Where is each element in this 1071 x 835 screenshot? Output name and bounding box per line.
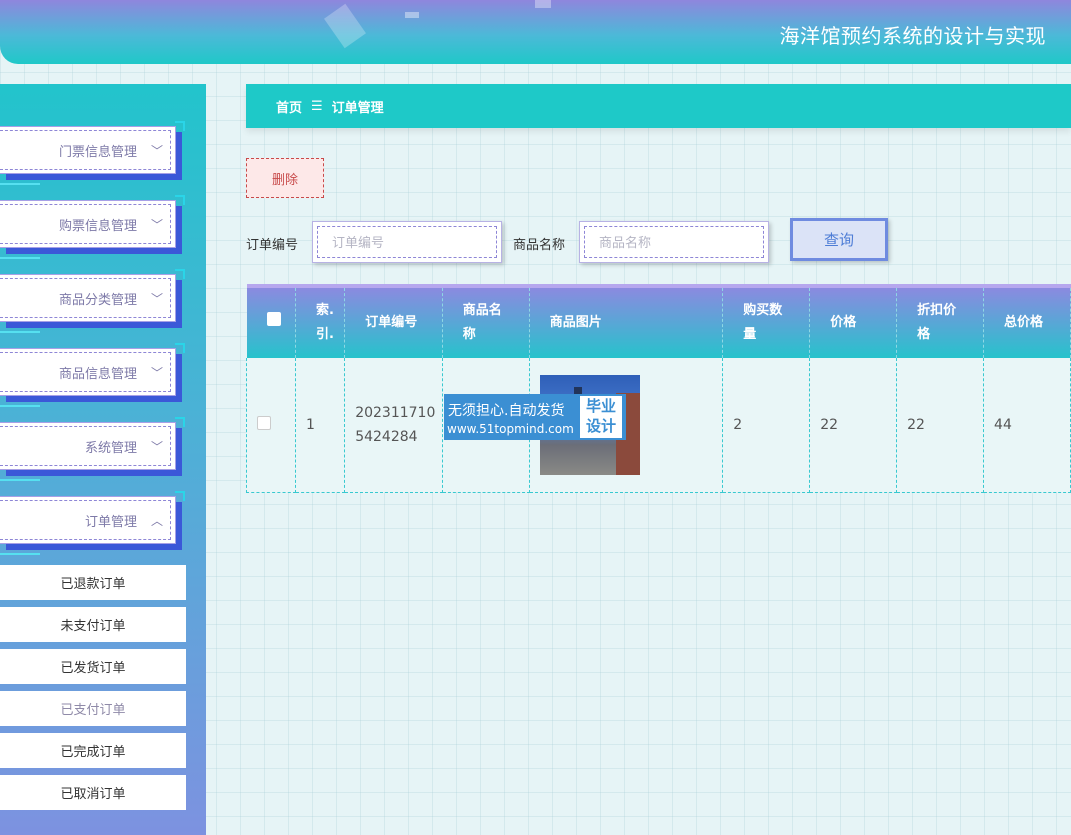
header-quantity: 购买数 量	[722, 284, 811, 358]
delete-button[interactable]: 删除	[246, 158, 324, 198]
row-discount-price: 22	[896, 358, 985, 493]
menu-purchase-info[interactable]: 购票信息管理 ﹀	[0, 195, 185, 259]
row-checkbox[interactable]	[257, 415, 271, 430]
submenu-cancelled-orders[interactable]: 已取消订单	[0, 775, 186, 810]
row-index: 1	[294, 358, 346, 493]
menu-product-info[interactable]: 商品信息管理 ﹀	[0, 343, 185, 407]
query-button[interactable]: 查询	[790, 218, 888, 261]
product-name-label: 商品名称	[513, 238, 566, 253]
watermark: 无须担心.自动发货 www.51topmind.com 毕业 设计	[444, 394, 626, 440]
submenu-paid-orders[interactable]: 已支付订单	[0, 691, 186, 726]
menu-decoration	[0, 183, 40, 185]
menu-label: 系统管理	[84, 440, 137, 456]
menu-icon: ☰	[311, 98, 323, 114]
row-price: 22	[809, 358, 898, 493]
order-no-label: 订单编号	[246, 238, 299, 253]
menu-decoration	[175, 491, 185, 501]
chevron-down-icon: ﹀	[151, 365, 164, 380]
chevron-up-icon: ︿	[151, 513, 164, 528]
order-no-field	[312, 221, 504, 263]
row-quantity: 2	[722, 358, 811, 493]
chevron-down-icon: ﹀	[151, 291, 164, 306]
orders-table-wrapper: 索. 引. 订单编号 商品名 称 商品图片 购买数 量 价格 折扣价 格 总价格…	[246, 284, 1071, 493]
menu-order[interactable]: 订单管理 ︿	[0, 491, 185, 555]
menu-label: 商品信息管理	[58, 366, 137, 382]
submenu-completed-orders[interactable]: 已完成订单	[0, 733, 186, 768]
menu-ticket-info[interactable]: 门票信息管理 ﹀	[0, 121, 185, 185]
row-select-cell	[246, 358, 296, 493]
menu-label: 商品分类管理	[58, 292, 137, 308]
watermark-line2: www.51topmind.com	[447, 422, 574, 436]
header-price: 价格	[809, 284, 898, 358]
watermark-line1: 无须担心.自动发货	[448, 403, 565, 419]
menu-decoration	[0, 257, 40, 259]
select-all-checkbox[interactable]	[266, 312, 281, 326]
menu-label: 门票信息管理	[58, 144, 137, 160]
header-decoration	[324, 3, 366, 49]
menu-decoration	[175, 121, 185, 131]
watermark-badge: 毕业 设计	[580, 396, 622, 438]
table-row[interactable]: 1 202311710 5424284 2 22 22 44	[246, 358, 1071, 493]
sidebar: 门票信息管理 ﹀ 购票信息管理 ﹀ 商品分类管理 ﹀ 商品信息管理 ﹀ 系统管理…	[0, 84, 206, 835]
menu-decoration	[0, 405, 40, 407]
menu-decoration	[0, 331, 40, 333]
product-name-field	[579, 221, 771, 263]
header-decoration	[535, 0, 551, 8]
chevron-down-icon: ﹀	[151, 143, 164, 158]
table-header-row: 索. 引. 订单编号 商品名 称 商品图片 购买数 量 价格 折扣价 格 总价格	[246, 284, 1071, 358]
chevron-down-icon: ﹀	[151, 439, 164, 454]
chevron-down-icon: ﹀	[151, 217, 164, 232]
breadcrumb-home[interactable]: 首页	[276, 97, 302, 116]
app-title: 海洋馆预约系统的设计与实现	[779, 24, 1046, 48]
header-product-name: 商品名 称	[442, 284, 530, 358]
menu-decoration	[175, 417, 185, 427]
submenu-refunded-orders[interactable]: 已退款订单	[0, 565, 186, 600]
row-total: 44	[983, 358, 1071, 493]
order-no-input[interactable]	[319, 228, 504, 258]
menu-label: 订单管理	[84, 514, 137, 530]
breadcrumb: 首页 ☰ 订单管理	[246, 84, 1071, 128]
menu-label: 购票信息管理	[58, 218, 137, 234]
header-total: 总价格	[983, 284, 1071, 358]
header-index: 索. 引.	[295, 284, 346, 358]
header-product-image: 商品图片	[529, 284, 724, 358]
breadcrumb-current: 订单管理	[331, 100, 384, 116]
menu-decoration	[0, 479, 40, 481]
menu-system[interactable]: 系统管理 ﹀	[0, 417, 185, 481]
menu-decoration	[175, 269, 185, 279]
header-decoration	[405, 12, 419, 18]
product-name-input[interactable]	[586, 228, 771, 258]
header-discount-price: 折扣价 格	[896, 284, 985, 358]
header-order-no: 订单编号	[344, 284, 443, 358]
menu-decoration	[175, 343, 185, 353]
submenu-shipped-orders[interactable]: 已发货订单	[0, 649, 186, 684]
menu-decoration	[0, 553, 40, 555]
submenu-unpaid-orders[interactable]: 未支付订单	[0, 607, 186, 642]
top-header: 海洋馆预约系统的设计与实现	[0, 0, 1071, 64]
menu-decoration	[175, 195, 185, 205]
header-select-all[interactable]	[246, 284, 296, 358]
row-order-no: 202311710 5424284	[344, 358, 443, 493]
menu-product-category[interactable]: 商品分类管理 ﹀	[0, 269, 185, 333]
orders-table: 索. 引. 订单编号 商品名 称 商品图片 购买数 量 价格 折扣价 格 总价格…	[246, 284, 1071, 493]
